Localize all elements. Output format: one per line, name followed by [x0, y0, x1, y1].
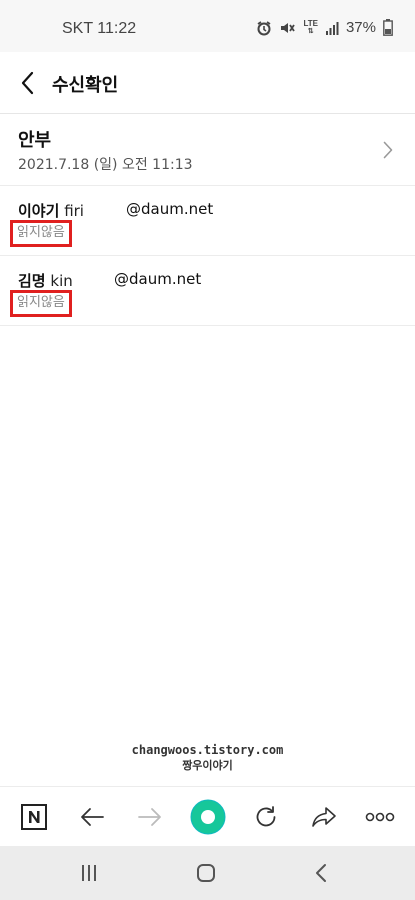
recipient-row: 이야기 firi @daum.net 읽지않음	[0, 186, 415, 256]
recent-apps-button[interactable]	[74, 860, 104, 886]
mail-date: 2021.7.18 (일) 오전 11:13	[18, 157, 193, 173]
read-status-badge: 읽지않음	[10, 220, 72, 247]
page-title: 수신확인	[52, 75, 119, 96]
mail-subject: 안부	[18, 130, 52, 151]
alarm-icon	[257, 20, 271, 35]
system-back-button[interactable]	[306, 860, 336, 886]
more-button[interactable]	[364, 801, 396, 833]
recipient-email: @daum.net	[114, 270, 202, 288]
browser-toolbar	[0, 786, 415, 846]
battery-icon	[383, 19, 393, 36]
back-button[interactable]	[12, 66, 42, 100]
home-icon	[197, 864, 215, 882]
recipient-email: @daum.net	[126, 200, 214, 218]
status-bar: SKT 11:22 LTE ⇅ 37%	[0, 0, 415, 52]
app-header: 수신확인	[0, 52, 415, 114]
more-icon	[365, 812, 395, 822]
read-status-badge: 읽지않음	[10, 290, 72, 317]
signal-icon	[325, 21, 339, 35]
back-arrow-button[interactable]	[76, 801, 108, 833]
refresh-button[interactable]	[250, 801, 282, 833]
back-arrow-icon	[81, 808, 104, 826]
chevron-right-icon	[383, 141, 393, 159]
back-icon	[316, 864, 326, 882]
chevron-left-icon	[21, 71, 34, 95]
watermark-url: changwoos.tistory.com	[131, 743, 284, 757]
battery-percent: 37%	[345, 19, 376, 36]
carrier-time: SKT 11:22	[62, 20, 137, 37]
share-button[interactable]	[308, 801, 340, 833]
watermark-name: 짱우이야기	[182, 759, 233, 772]
green-dot-icon	[190, 799, 226, 835]
mute-icon	[281, 22, 296, 33]
forward-arrow-button[interactable]	[134, 801, 166, 833]
mail-summary[interactable]: 안부 2021.7.18 (일) 오전 11:13	[0, 114, 415, 186]
refresh-icon	[256, 806, 276, 827]
lte-icon: LTE ⇅	[303, 18, 318, 35]
recipient-name: 이야기 firi	[18, 202, 84, 220]
recipient-name: 김명 kin	[18, 272, 73, 290]
recent-apps-icon	[82, 865, 96, 881]
green-dot-button[interactable]	[190, 799, 226, 835]
recipient-row: 김명 kin @daum.net 읽지않음	[0, 256, 415, 326]
system-nav-bar	[0, 846, 415, 900]
share-icon	[312, 807, 336, 827]
status-icons: LTE ⇅ 37%	[256, 19, 393, 36]
forward-arrow-icon	[138, 808, 161, 826]
naver-home-icon	[21, 804, 47, 830]
naver-home-button[interactable]	[18, 801, 50, 833]
home-button[interactable]	[191, 860, 221, 886]
